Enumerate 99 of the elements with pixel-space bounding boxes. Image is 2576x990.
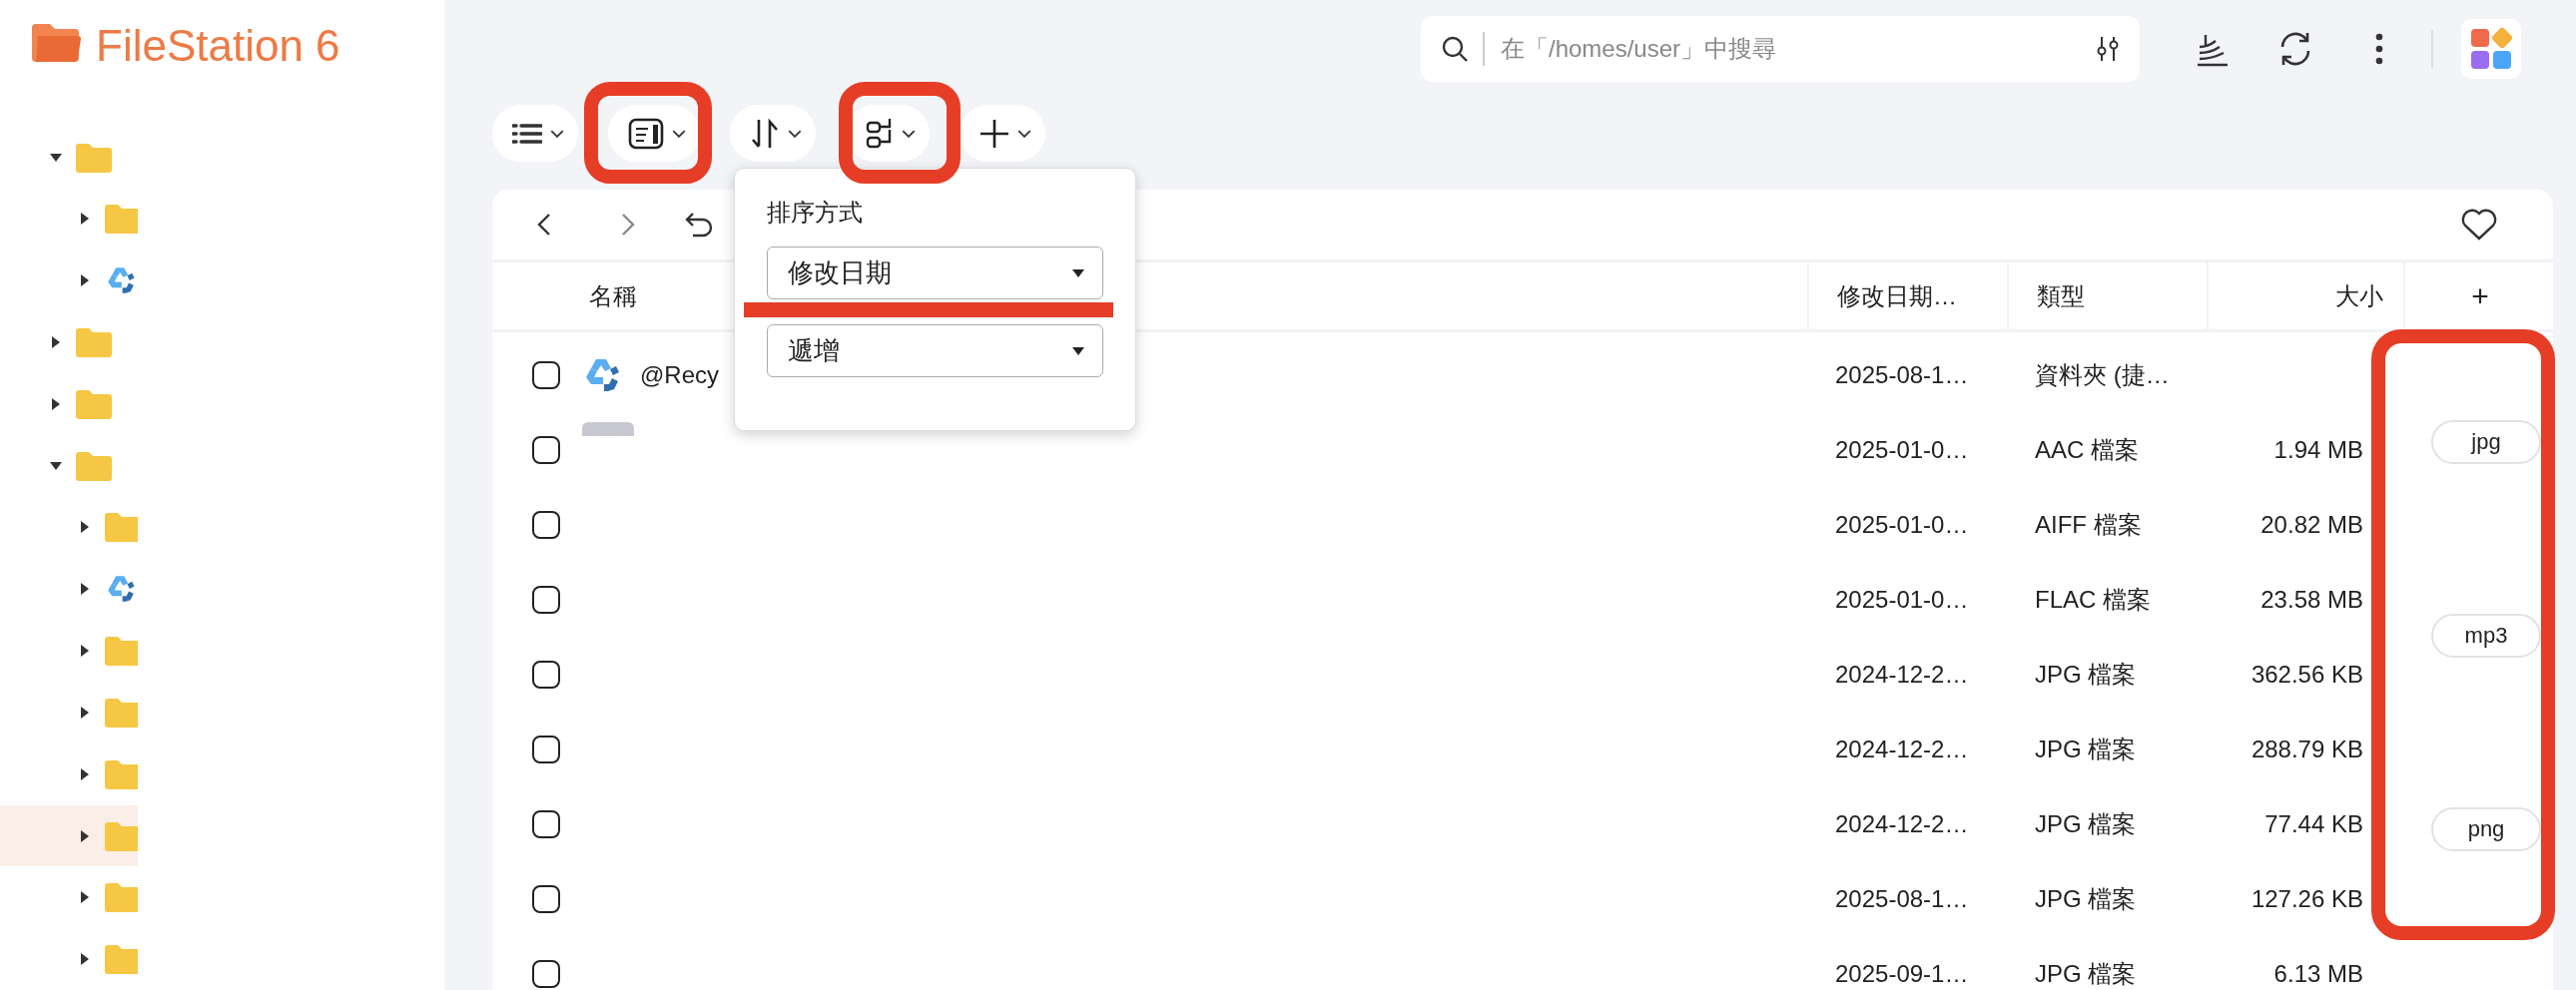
folder-icon — [76, 142, 112, 173]
app-title: FileStation 6 — [96, 22, 340, 70]
file-size: 23.58 MB — [2260, 585, 2363, 614]
folder-icon — [76, 327, 112, 357]
sort-arrows-icon — [750, 117, 780, 150]
file-type: AIFF 檔案 — [2035, 509, 2142, 540]
modified-date: 2024-12-2… — [1835, 735, 1969, 763]
expanded-triangle-icon[interactable] — [50, 459, 62, 472]
file-size: 127.26 KB — [2251, 884, 2363, 913]
file-size: 362.56 KB — [2251, 660, 2363, 689]
add-button[interactable] — [960, 105, 1045, 162]
tag-chip[interactable]: jpg — [2431, 420, 2541, 464]
modified-date: 2025-01-0… — [1835, 435, 1969, 464]
more-icon[interactable] — [2375, 33, 2383, 65]
file-type: 資料夾 (捷… — [2035, 359, 2170, 390]
collapsed-triangle-icon[interactable] — [79, 706, 91, 719]
modified-date: 2025-09-1… — [1835, 959, 1969, 988]
row-checkbox[interactable] — [532, 585, 560, 614]
folder-logo-icon — [30, 22, 82, 64]
add-column-button[interactable]: + — [2403, 262, 2555, 332]
expanded-triangle-icon[interactable] — [50, 151, 62, 164]
collapsed-triangle-icon[interactable] — [79, 645, 91, 658]
collapsed-triangle-icon[interactable] — [79, 274, 91, 287]
chevron-down-icon — [1017, 129, 1031, 138]
back-icon[interactable] — [537, 213, 551, 237]
column-header[interactable]: 類型 — [2007, 262, 2207, 332]
search-bar[interactable]: 在「/homes/user」中搜尋 — [1421, 16, 2140, 82]
folder-icon — [105, 636, 138, 667]
row-checkbox[interactable] — [532, 360, 560, 389]
hierarchy-icon — [866, 116, 894, 151]
chevron-down-icon — [902, 129, 916, 138]
folder-icon — [76, 450, 112, 481]
collapsed-triangle-icon[interactable] — [50, 397, 62, 410]
modified-date: 2024-12-2… — [1835, 809, 1969, 838]
tag-chip[interactable]: png — [2431, 807, 2541, 851]
search-field[interactable]: 在「/homes/user」中搜尋 — [1499, 34, 2082, 64]
file-size: 77.44 KB — [2264, 809, 2363, 838]
file-type: JPG 檔案 — [2035, 659, 2137, 690]
row-checkbox[interactable] — [532, 660, 560, 689]
column-header[interactable]: 修改日期… — [1807, 262, 2007, 332]
search-icon — [1441, 35, 1469, 63]
file-name: @Recy — [640, 360, 720, 389]
folder-icon — [105, 204, 138, 235]
file-size: 288.79 KB — [2251, 735, 2363, 763]
folder-icon — [105, 944, 138, 975]
folder-icon — [76, 388, 112, 419]
file-type: JPG 檔案 — [2035, 883, 2137, 914]
filter-sliders-icon[interactable] — [2096, 35, 2120, 63]
folder-icon — [105, 697, 138, 728]
file-size: 6.13 MB — [2273, 959, 2363, 988]
popup-title: 排序方式 — [767, 198, 864, 228]
row-checkbox[interactable] — [532, 735, 560, 763]
forward-icon[interactable] — [621, 213, 635, 237]
modified-date: 2024-12-2… — [1835, 660, 1969, 689]
file-type: FLAC 檔案 — [2035, 584, 2151, 615]
row-checkbox[interactable] — [532, 959, 560, 988]
modified-date: 2025-01-0… — [1835, 585, 1969, 614]
panel-icon — [628, 117, 664, 150]
apps-icon[interactable] — [2461, 19, 2521, 79]
row-checkbox[interactable] — [532, 510, 560, 539]
row-checkbox[interactable] — [532, 435, 560, 464]
file-type: AAC 檔案 — [2035, 434, 2139, 465]
dropdown-triangle-icon — [1072, 346, 1084, 355]
modified-date: 2025-01-0… — [1835, 510, 1969, 539]
file-type: JPG 檔案 — [2035, 734, 2137, 764]
folder-icon — [105, 758, 138, 789]
collapsed-triangle-icon[interactable] — [79, 953, 91, 966]
collapsed-triangle-icon[interactable] — [79, 891, 91, 904]
folder-icon — [105, 512, 138, 543]
preview-pane-button[interactable] — [608, 105, 700, 162]
row-checkbox[interactable] — [532, 809, 560, 838]
collapsed-triangle-icon[interactable] — [79, 767, 91, 780]
collapsed-triangle-icon[interactable] — [79, 583, 91, 596]
collapsed-triangle-icon[interactable] — [79, 213, 91, 226]
file-size: 1.94 MB — [2273, 435, 2363, 464]
list-icon — [512, 122, 542, 145]
modified-date: 2025-08-1… — [1835, 360, 1969, 389]
file-size: 20.82 MB — [2260, 510, 2363, 539]
thumbnail-placeholder — [582, 422, 634, 436]
modified-date: 2025-08-1… — [1835, 884, 1969, 913]
undo-icon[interactable] — [685, 212, 713, 238]
sort-order-dropdown[interactable]: 遞增 — [767, 324, 1103, 377]
file-type: JPG 檔案 — [2035, 958, 2137, 989]
row-checkbox[interactable] — [532, 884, 560, 913]
sort-by-dropdown[interactable]: 修改日期 — [767, 247, 1103, 299]
chevron-down-icon — [550, 129, 564, 138]
collapsed-triangle-icon[interactable] — [79, 521, 91, 534]
dropdown-triangle-icon — [1072, 268, 1084, 277]
collapsed-triangle-icon[interactable] — [50, 336, 62, 348]
collapsed-triangle-icon[interactable] — [79, 829, 91, 842]
file-type: JPG 檔案 — [2035, 808, 2137, 839]
chevron-down-icon — [672, 129, 686, 138]
folder-icon — [105, 820, 138, 851]
heart-icon[interactable] — [2460, 208, 2498, 242]
column-header[interactable]: 大小 — [2207, 262, 2403, 332]
folder-icon — [105, 882, 138, 913]
plus-icon — [979, 118, 1009, 149]
chevron-down-icon — [788, 129, 802, 138]
tag-chip[interactable]: mp3 — [2431, 614, 2541, 658]
